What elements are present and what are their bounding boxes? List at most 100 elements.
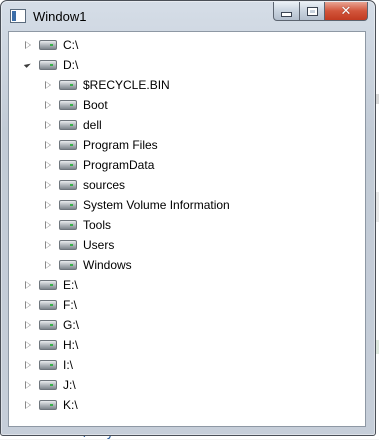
tree-item-label: sources (83, 178, 126, 192)
drive-icon (59, 180, 77, 190)
collapsed-arrow-icon[interactable] (43, 260, 53, 270)
tree-item-label: F:\ (63, 298, 77, 312)
minimize-button[interactable] (273, 2, 300, 21)
collapsed-arrow-icon[interactable] (23, 400, 33, 410)
drive-icon (59, 100, 77, 110)
collapsed-arrow-glyph (24, 340, 32, 350)
tree-item-drive[interactable]: G:\ (23, 315, 79, 335)
drive-icon (39, 60, 57, 70)
tree-item-label: dell (83, 118, 102, 132)
drive-icon (59, 220, 77, 230)
maximize-button[interactable] (299, 2, 325, 21)
tree-item-label: System Volume Information (83, 198, 230, 212)
collapsed-arrow-icon[interactable] (43, 120, 53, 130)
tree-item-label: Windows (83, 258, 132, 272)
collapsed-arrow-icon[interactable] (23, 40, 33, 50)
collapsed-arrow-icon[interactable] (43, 100, 53, 110)
close-icon: ✕ (340, 3, 352, 19)
collapsed-arrow-glyph (24, 400, 32, 410)
close-button[interactable]: ✕ (324, 2, 368, 21)
tree-item-folder[interactable]: ProgramData (43, 155, 154, 175)
tree-item-label: K:\ (63, 398, 78, 412)
collapsed-arrow-icon[interactable] (23, 340, 33, 350)
collapsed-arrow-icon[interactable] (43, 160, 53, 170)
drive-icon (59, 240, 77, 250)
collapsed-arrow-icon[interactable] (43, 200, 53, 210)
tree-item-label: G:\ (63, 318, 80, 332)
drive-icon (39, 280, 57, 290)
tree-item-drive[interactable]: E:\ (23, 275, 78, 295)
collapsed-arrow-glyph (44, 160, 52, 170)
collapsed-arrow-icon[interactable] (43, 180, 53, 190)
tree-item-folder[interactable]: dell (43, 115, 102, 135)
tree-item-label: H:\ (63, 338, 79, 352)
tree-item-folder[interactable]: Windows (43, 255, 132, 275)
tree-item-label: $RECYCLE.BIN (83, 78, 170, 92)
tree-item-folder[interactable]: Users (43, 235, 114, 255)
collapsed-arrow-icon[interactable] (43, 220, 53, 230)
tree-item-folder[interactable]: $RECYCLE.BIN (43, 75, 170, 95)
expanded-arrow-glyph (23, 60, 31, 68)
collapsed-arrow-glyph (44, 180, 52, 190)
collapsed-arrow-glyph (44, 100, 52, 110)
drive-icon (59, 200, 77, 210)
tree-item-label: Users (83, 238, 115, 252)
collapsed-arrow-icon[interactable] (23, 380, 33, 390)
collapsed-arrow-icon[interactable] (23, 280, 33, 290)
tree-item-folder[interactable]: sources (43, 175, 125, 195)
drive-icon (59, 80, 77, 90)
tree-item-label: J:\ (63, 378, 76, 392)
app-window: Window1 ✕ C:\ D:\ $RECYCLE.BIN Boot dell Prog… (0, 0, 376, 436)
tree-item-label: I:\ (63, 358, 74, 372)
collapsed-arrow-glyph (44, 200, 52, 210)
tree-item-label: Boot (83, 98, 108, 112)
tree-item-label: ProgramData (83, 158, 155, 172)
tree-item-label: C:\ (63, 38, 79, 52)
tree-item-folder[interactable]: Program Files (43, 135, 158, 155)
tree-item-drive[interactable]: I:\ (23, 355, 73, 375)
tree-item-label: D:\ (63, 58, 79, 72)
collapsed-arrow-glyph (44, 140, 52, 150)
maximize-icon (306, 6, 318, 16)
collapsed-arrow-glyph (44, 220, 52, 230)
tree-item-drive[interactable]: H:\ (23, 335, 78, 355)
collapsed-arrow-glyph (24, 300, 32, 310)
drive-icon (59, 120, 77, 130)
tree-item-folder[interactable]: System Volume Information (43, 195, 230, 215)
tree-item-label: E:\ (63, 278, 78, 292)
drive-icon (59, 160, 77, 170)
drive-icon (59, 260, 77, 270)
collapsed-arrow-glyph (24, 280, 32, 290)
tree-item-drive[interactable]: D:\ (23, 55, 78, 75)
drive-icon (39, 360, 57, 370)
collapsed-arrow-icon[interactable] (23, 320, 33, 330)
collapsed-arrow-glyph (44, 240, 52, 250)
collapsed-arrow-icon[interactable] (23, 300, 33, 310)
minimize-icon (281, 11, 292, 17)
tree-item-label: Tools (83, 218, 112, 232)
tree-item-drive[interactable]: K:\ (23, 395, 78, 415)
collapsed-arrow-icon[interactable] (43, 240, 53, 250)
drive-icon (39, 40, 57, 50)
collapsed-arrow-glyph (24, 40, 32, 50)
collapsed-arrow-icon[interactable] (23, 360, 33, 370)
tree-item-drive[interactable]: F:\ (23, 295, 77, 315)
title-bar[interactable]: Window1 ✕ (1, 1, 375, 31)
window-icon[interactable] (10, 9, 26, 23)
collapsed-arrow-glyph (24, 320, 32, 330)
tree-item-drive[interactable]: C:\ (23, 35, 78, 55)
collapsed-arrow-icon[interactable] (43, 140, 53, 150)
tree-item-drive[interactable]: J:\ (23, 375, 76, 395)
tree-item-folder[interactable]: Tools (43, 215, 111, 235)
drive-icon (39, 300, 57, 310)
expanded-arrow-icon[interactable] (23, 60, 33, 70)
tree-item-folder[interactable]: Boot (43, 95, 108, 115)
collapsed-arrow-glyph (24, 360, 32, 370)
drive-icon (39, 320, 57, 330)
collapsed-arrow-glyph (44, 120, 52, 130)
collapsed-arrow-glyph (44, 80, 52, 90)
collapsed-arrow-icon[interactable] (43, 80, 53, 90)
collapsed-arrow-glyph (44, 260, 52, 270)
window-title: Window1 (33, 9, 87, 24)
tree-view[interactable]: C:\ D:\ $RECYCLE.BIN Boot dell Program Files P… (8, 31, 366, 427)
